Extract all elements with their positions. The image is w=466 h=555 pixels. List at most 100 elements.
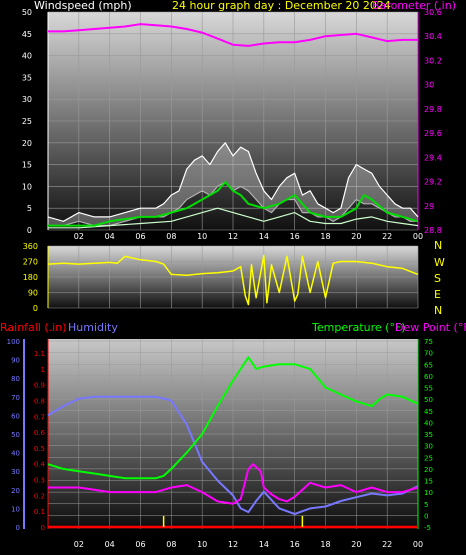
temperature-axis-label: Temperature (°F) bbox=[311, 321, 406, 334]
temp-x-tick-label: 10 bbox=[197, 540, 207, 549]
temp-x-tick-label: 22 bbox=[382, 540, 392, 549]
rainfall-axis-label: Rainfall (.in) bbox=[0, 321, 67, 334]
barometer-axis-label: Barometer (.in) bbox=[372, 0, 456, 12]
weather-chart-canvas: 0510152025303540455028.82929.229.429.629… bbox=[0, 0, 466, 549]
direction-label-w: W bbox=[434, 256, 445, 269]
rainfall-y-tick-label: 0.6 bbox=[34, 429, 46, 437]
humidity-y-tick-label: 30 bbox=[11, 468, 20, 476]
barometer-y-tick-label: 29.4 bbox=[424, 153, 442, 162]
windspeed-axis-label: Windspeed (mph) bbox=[34, 0, 132, 12]
temperature-y-tick-label: 10 bbox=[424, 489, 433, 497]
wind-y-tick-label: 35 bbox=[22, 73, 32, 82]
rainfall-y-tick-label: 0.7 bbox=[34, 413, 45, 421]
weather-graph-page: 0 5 10 15 20 25 30 35 40 45 50 28.8 29 29.2 29.4 29.6 29… bbox=[0, 0, 466, 555]
temperature-y-tick-label: 75 bbox=[424, 338, 433, 346]
rainfall-y-tick-label: 0.8 bbox=[34, 397, 45, 405]
wind-x-tick-label: 06 bbox=[135, 232, 145, 241]
humidity-y-tick-label: 0 bbox=[16, 524, 20, 532]
temperature-y-tick-label: -5 bbox=[424, 524, 431, 532]
temperature-y-tick-label: 40 bbox=[424, 419, 433, 427]
direction-y-tick-label: 180 bbox=[23, 273, 38, 282]
wind-y-tick-label: 45 bbox=[22, 30, 32, 39]
rainfall-y-tick-label: 0.5 bbox=[34, 445, 45, 453]
humidity-axis-label: Humidity bbox=[68, 321, 118, 334]
wind-y-tick-label: 0 bbox=[27, 226, 32, 235]
wind-y-tick-label: 5 bbox=[27, 204, 32, 213]
humidity-y-tick-label: 80 bbox=[11, 375, 20, 383]
temperature-y-tick-label: 0 bbox=[424, 512, 428, 520]
temperature-y-tick-label: 5 bbox=[424, 501, 428, 509]
temp-x-tick-label: 20 bbox=[351, 540, 361, 549]
rainfall-y-tick-label: 0.3 bbox=[34, 477, 45, 485]
rainfall-y-tick-label: 0 bbox=[41, 524, 45, 532]
chart-title: 24 hour graph day : December 20 2024 bbox=[172, 0, 391, 12]
temp-x-tick-label: 00 bbox=[413, 540, 423, 549]
temp-x-tick-label: 08 bbox=[166, 540, 176, 549]
rainfall-y-tick-label: 1 bbox=[41, 366, 45, 374]
temperature-y-tick-label: 55 bbox=[424, 385, 433, 393]
barometer-y-tick-label: 29.2 bbox=[424, 178, 442, 187]
wind-x-tick-label: 10 bbox=[197, 232, 207, 241]
barometer-y-tick-label: 30.2 bbox=[424, 56, 442, 65]
direction-y-tick-label: 360 bbox=[23, 242, 38, 251]
wind-y-tick-label: 25 bbox=[22, 117, 32, 126]
barometer-y-tick-label: 30.4 bbox=[424, 32, 442, 41]
temp-x-tick-label: 16 bbox=[290, 540, 300, 549]
wind-x-tick-label: 22 bbox=[382, 232, 392, 241]
rainfall-y-tick-label: 0.9 bbox=[34, 382, 45, 390]
wind-x-tick-label: 02 bbox=[74, 232, 84, 241]
humidity-y-tick-label: 20 bbox=[11, 487, 20, 495]
humidity-y-tick-label: 40 bbox=[11, 450, 20, 458]
direction-label-n-bottom: N bbox=[434, 304, 442, 317]
wind-x-tick-label: 04 bbox=[105, 232, 115, 241]
rainfall-y-tick-label: 1.1 bbox=[34, 350, 45, 358]
humidity-y-tick-label: 100 bbox=[7, 338, 20, 346]
humidity-y-tick-label: 90 bbox=[11, 357, 20, 365]
temperature-y-tick-label: 25 bbox=[424, 454, 433, 462]
wind-x-tick-label: 08 bbox=[166, 232, 176, 241]
temp-x-tick-label: 04 bbox=[105, 540, 115, 549]
wind-y-tick-label: 30 bbox=[22, 95, 32, 104]
rainfall-y-tick-label: 0.4 bbox=[34, 461, 46, 469]
direction-label-n-top: N bbox=[434, 239, 442, 252]
direction-label-s: S bbox=[434, 272, 441, 285]
humidity-y-tick-label: 70 bbox=[11, 394, 20, 402]
temperature-y-tick-label: 30 bbox=[424, 443, 433, 451]
direction-y-tick-label: 90 bbox=[28, 289, 38, 298]
direction-label-e: E bbox=[434, 288, 441, 301]
wind-x-tick-label: 16 bbox=[290, 232, 300, 241]
temperature-y-tick-label: 50 bbox=[424, 396, 433, 404]
dewpoint-axis-label: Dew Point (°F) bbox=[395, 321, 466, 334]
wind-y-tick-label: 50 bbox=[22, 8, 32, 17]
barometer-y-tick-label: 29 bbox=[424, 202, 434, 211]
wind-y-tick-label: 40 bbox=[22, 52, 32, 61]
wind-x-tick-label: 00 bbox=[413, 232, 423, 241]
temperature-y-tick-label: 15 bbox=[424, 478, 433, 486]
barometer-y-tick-label: 29.8 bbox=[424, 105, 442, 114]
wind-x-tick-label: 12 bbox=[228, 232, 238, 241]
temperature-y-tick-label: 20 bbox=[424, 466, 433, 474]
wind-x-tick-label: 18 bbox=[320, 232, 330, 241]
direction-y-tick-label: 0 bbox=[33, 304, 38, 313]
temp-x-tick-label: 06 bbox=[135, 540, 145, 549]
wind-x-tick-label: 14 bbox=[259, 232, 269, 241]
barometer-y-tick-label: 30 bbox=[424, 81, 434, 90]
rainfall-y-tick-label: 0.1 bbox=[34, 508, 45, 516]
temperature-y-tick-label: 60 bbox=[424, 373, 433, 381]
temp-x-tick-label: 18 bbox=[320, 540, 330, 549]
direction-y-tick-label: 270 bbox=[23, 258, 38, 267]
rainfall-y-tick-label: 0.2 bbox=[34, 492, 45, 500]
humidity-y-tick-label: 60 bbox=[11, 412, 20, 420]
wind-x-tick-label: 20 bbox=[351, 232, 361, 241]
wind-y-tick-label: 20 bbox=[22, 139, 32, 148]
humidity-y-tick-label: 50 bbox=[11, 431, 20, 439]
temp-x-tick-label: 02 bbox=[74, 540, 84, 549]
wind-y-tick-label: 10 bbox=[22, 182, 32, 191]
temperature-y-tick-label: 70 bbox=[424, 350, 433, 358]
temperature-y-tick-label: 45 bbox=[424, 408, 433, 416]
temperature-y-tick-label: 35 bbox=[424, 431, 433, 439]
temp-x-tick-label: 14 bbox=[259, 540, 269, 549]
barometer-y-tick-label: 28.8 bbox=[424, 226, 442, 235]
wind-y-tick-label: 15 bbox=[22, 161, 32, 170]
humidity-y-tick-label: 10 bbox=[11, 505, 20, 513]
